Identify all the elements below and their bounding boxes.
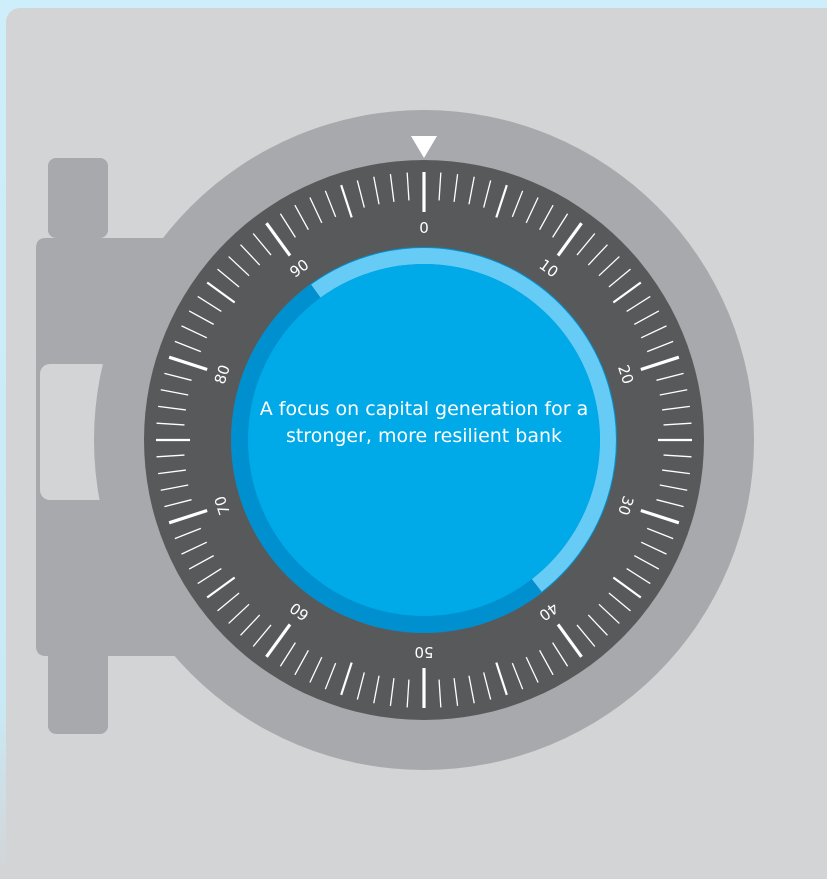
hinge-pin-top (48, 158, 108, 238)
dial-label: 50 (414, 643, 433, 661)
hinge-pin-bottom (48, 650, 108, 734)
dial-label: 0 (419, 219, 429, 237)
dial-caption: A focus on capital generation for a stro… (259, 398, 589, 447)
